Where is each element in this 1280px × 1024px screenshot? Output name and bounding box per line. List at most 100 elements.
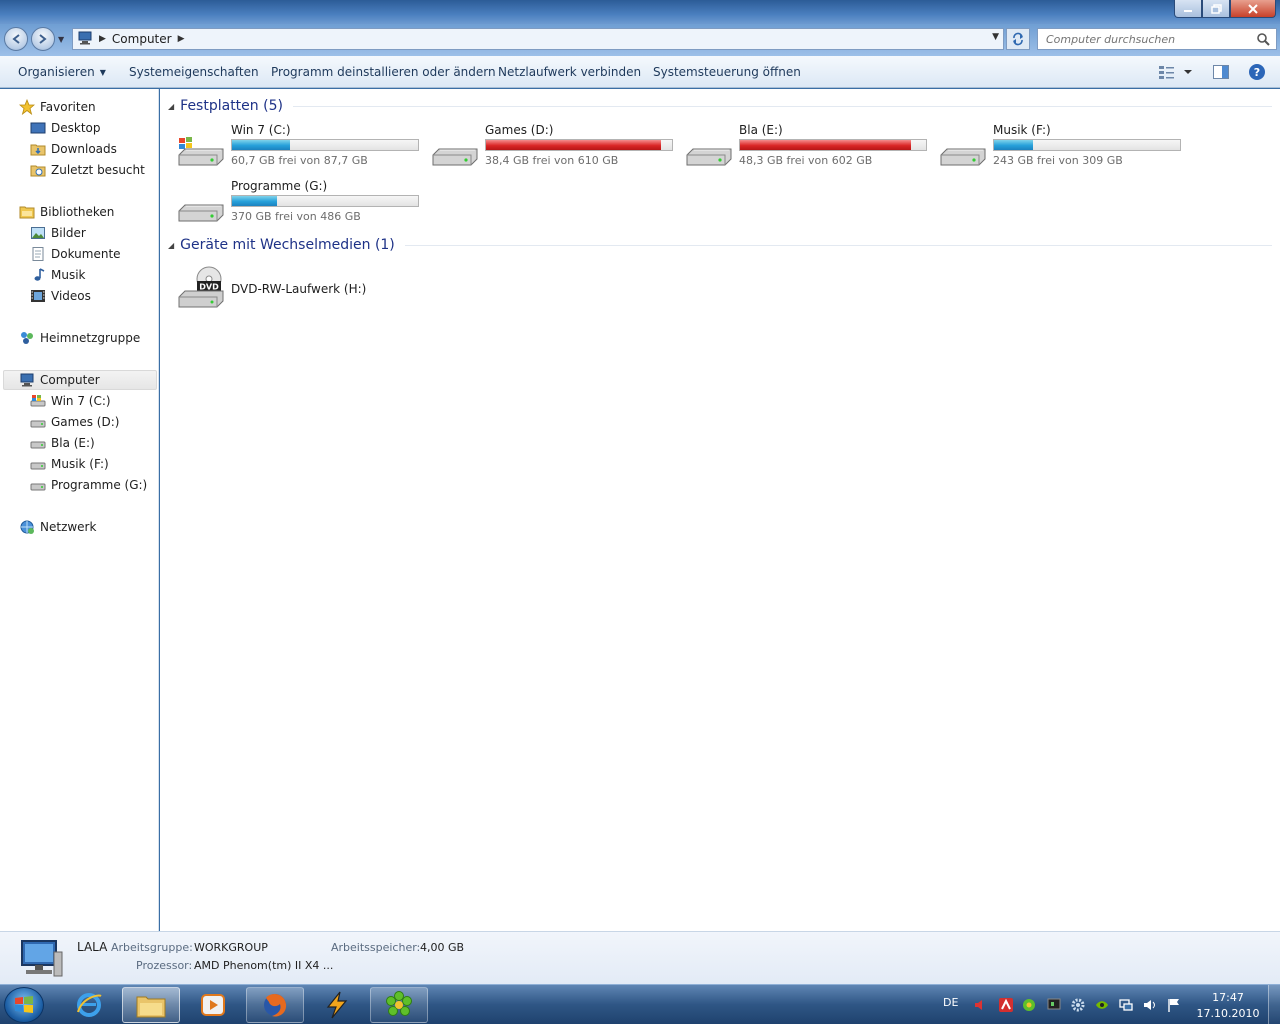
view-options-button[interactable] bbox=[1158, 63, 1194, 84]
cpu-value: AMD Phenom(tm) II X4 ... bbox=[194, 959, 334, 972]
hard-drive-icon bbox=[30, 456, 46, 472]
nav-item-label: Dokumente bbox=[51, 247, 121, 261]
tray-settings-icon[interactable] bbox=[1070, 997, 1086, 1013]
recent-pages-dropdown[interactable]: ▼ bbox=[58, 35, 64, 44]
taskbar-media-player[interactable] bbox=[184, 987, 242, 1023]
show-desktop-button[interactable] bbox=[1268, 985, 1280, 1024]
videos-icon bbox=[30, 288, 46, 304]
nav-computer[interactable]: Computer bbox=[3, 370, 157, 390]
tray-action-center-flag-icon[interactable] bbox=[1166, 997, 1182, 1013]
nav-item-downloads[interactable]: Downloads bbox=[30, 139, 117, 159]
open-control-panel-button[interactable]: Systemsteuerung öffnen bbox=[653, 65, 801, 79]
help-button[interactable]: ? bbox=[1248, 63, 1266, 84]
nav-network[interactable]: Netzwerk bbox=[19, 517, 96, 537]
nav-libraries[interactable]: Bibliotheken bbox=[19, 202, 114, 222]
tray-nvidia-icon[interactable] bbox=[1094, 997, 1110, 1013]
breadcrumb-separator-icon[interactable]: ▶ bbox=[99, 34, 106, 44]
nav-item-label: Musik bbox=[51, 268, 86, 282]
nav-item-drive-g[interactable]: Programme (G:) bbox=[30, 475, 147, 495]
refresh-button[interactable] bbox=[1006, 28, 1030, 50]
back-button[interactable] bbox=[4, 27, 28, 51]
group-header-hard-disks[interactable]: ◢ Festplatten (5) bbox=[168, 98, 1272, 114]
breadcrumb-computer[interactable]: Computer bbox=[112, 32, 172, 46]
taskbar-internet-explorer[interactable] bbox=[60, 987, 118, 1023]
group-divider bbox=[292, 105, 1272, 107]
icq-flower-icon bbox=[386, 991, 412, 1016]
nav-item-documents[interactable]: Dokumente bbox=[30, 244, 121, 264]
nav-item-drive-e[interactable]: Bla (E:) bbox=[30, 433, 95, 453]
restore-button[interactable] bbox=[1202, 0, 1230, 18]
tray-avira-icon[interactable] bbox=[998, 997, 1014, 1013]
tray-network-icon[interactable] bbox=[1118, 997, 1134, 1013]
nav-item-label: Videos bbox=[51, 289, 91, 303]
nav-item-videos[interactable]: Videos bbox=[30, 286, 91, 306]
uninstall-program-button[interactable]: Programm deinstallieren oder ändern bbox=[271, 65, 496, 79]
drive-tile-g[interactable]: Programme (G:) 370 GB frei von 486 GB bbox=[177, 179, 427, 233]
preview-pane-button[interactable] bbox=[1212, 63, 1230, 84]
collapse-triangle-icon[interactable]: ◢ bbox=[168, 102, 174, 111]
search-input[interactable] bbox=[1038, 29, 1248, 49]
nav-favorites[interactable]: Favoriten bbox=[19, 97, 96, 117]
address-bar[interactable]: ▶ Computer ▶ ▼ bbox=[72, 28, 1004, 50]
chevron-down-icon: ▼ bbox=[99, 68, 106, 77]
collapse-triangle-icon[interactable]: ◢ bbox=[168, 241, 174, 250]
search-box[interactable] bbox=[1037, 28, 1277, 50]
drive-usage-bar bbox=[231, 195, 419, 207]
nav-item-label: Bilder bbox=[51, 226, 86, 240]
drive-name: Bla (E:) bbox=[739, 123, 783, 137]
group-header-removable[interactable]: ◢ Geräte mit Wechselmedien (1) bbox=[168, 237, 1272, 253]
nav-item-recent-places[interactable]: Zuletzt besucht bbox=[30, 160, 145, 180]
desktop-icon bbox=[30, 120, 46, 136]
hard-drive-icon bbox=[30, 435, 46, 451]
nav-item-label: Bla (E:) bbox=[51, 436, 95, 450]
taskbar-icq[interactable] bbox=[370, 987, 428, 1023]
drive-name: Win 7 (C:) bbox=[231, 123, 291, 137]
nav-item-desktop[interactable]: Desktop bbox=[30, 118, 101, 138]
nav-item-drive-d[interactable]: Games (D:) bbox=[30, 412, 119, 432]
forward-arrow-icon bbox=[39, 34, 47, 44]
system-properties-button[interactable]: Systemeigenschaften bbox=[129, 65, 259, 79]
svg-text:?: ? bbox=[1254, 66, 1260, 79]
drive-tile-e[interactable]: Bla (E:) 48,3 GB frei von 602 GB bbox=[685, 123, 935, 177]
address-dropdown-icon[interactable]: ▼ bbox=[992, 32, 999, 42]
music-icon bbox=[30, 267, 46, 283]
search-icon[interactable] bbox=[1256, 32, 1270, 49]
nav-item-drive-c[interactable]: Win 7 (C:) bbox=[30, 391, 111, 411]
taskbar-firefox[interactable] bbox=[246, 987, 304, 1023]
start-button[interactable] bbox=[4, 987, 44, 1023]
drive-free-space: 370 GB frei von 486 GB bbox=[231, 210, 361, 223]
minimize-button[interactable] bbox=[1174, 0, 1202, 18]
tray-monitor-icon[interactable] bbox=[1046, 997, 1062, 1013]
window-controls bbox=[1174, 0, 1276, 18]
input-language[interactable]: DE bbox=[943, 996, 958, 1009]
drive-tile-d[interactable]: Games (D:) 38,4 GB frei von 610 GB bbox=[431, 123, 681, 177]
tray-icq-icon[interactable] bbox=[1021, 997, 1037, 1013]
hard-drive-icon bbox=[177, 189, 225, 228]
nav-network-label: Netzwerk bbox=[40, 520, 97, 534]
workgroup-value: WORKGROUP bbox=[194, 941, 268, 954]
group-divider bbox=[404, 244, 1272, 246]
nav-libraries-label: Bibliotheken bbox=[40, 205, 115, 219]
drive-usage-fill bbox=[232, 140, 290, 150]
drive-usage-bar bbox=[485, 139, 673, 151]
taskbar-clock[interactable]: 17:47 17.10.2010 bbox=[1190, 990, 1266, 1022]
nav-item-label: Musik (F:) bbox=[51, 457, 109, 471]
drive-tile-c[interactable]: Win 7 (C:) 60,7 GB frei von 87,7 GB bbox=[177, 123, 427, 177]
nav-item-music[interactable]: Musik bbox=[30, 265, 86, 285]
drive-tile-dvd[interactable]: DVD DVD-RW-Laufwerk (H:) bbox=[177, 266, 427, 329]
taskbar-explorer[interactable] bbox=[122, 987, 180, 1023]
map-network-drive-button[interactable]: Netzlaufwerk verbinden bbox=[498, 65, 641, 79]
breadcrumb-separator-icon[interactable]: ▶ bbox=[178, 34, 185, 44]
nav-item-pictures[interactable]: Bilder bbox=[30, 223, 86, 243]
drive-tile-f[interactable]: Musik (F:) 243 GB frei von 309 GB bbox=[939, 123, 1189, 177]
nav-item-drive-f[interactable]: Musik (F:) bbox=[30, 454, 109, 474]
forward-button[interactable] bbox=[31, 27, 55, 51]
tray-volume-icon[interactable] bbox=[1142, 997, 1158, 1013]
computer-icon bbox=[19, 372, 35, 388]
close-button[interactable] bbox=[1230, 0, 1276, 18]
nav-item-label: Desktop bbox=[51, 121, 101, 135]
tray-speaker-warning-icon[interactable] bbox=[972, 997, 988, 1013]
nav-homegroup[interactable]: Heimnetzgruppe bbox=[19, 328, 140, 348]
taskbar-winamp[interactable] bbox=[308, 987, 366, 1023]
organize-menu[interactable]: Organisieren ▼ bbox=[18, 65, 106, 79]
